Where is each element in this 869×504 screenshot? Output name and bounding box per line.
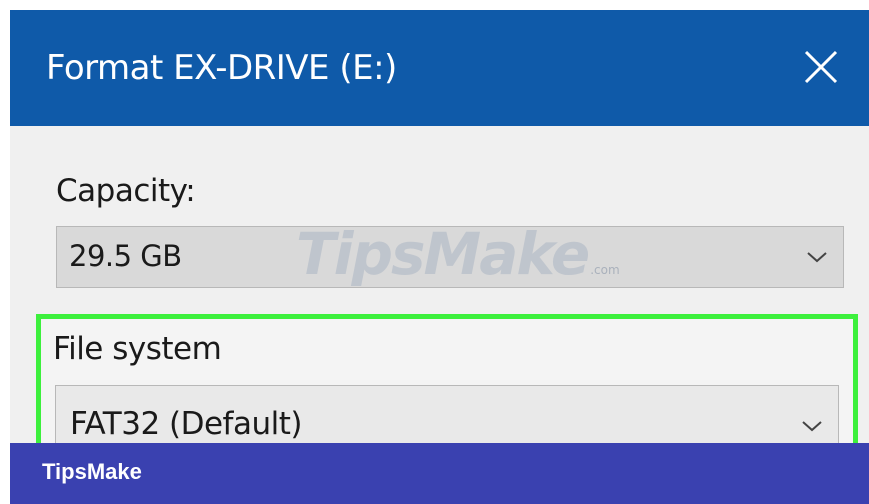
dialog-titlebar: Format EX-DRIVE (E:)	[10, 10, 869, 126]
dialog-title: Format EX-DRIVE (E:)	[46, 48, 397, 88]
capacity-label: Capacity:	[56, 173, 196, 209]
file-system-value: FAT32 (Default)	[70, 406, 302, 442]
capacity-value: 29.5 GB	[69, 239, 182, 273]
close-button[interactable]	[790, 36, 852, 98]
chevron-down-icon	[807, 252, 827, 263]
footer-banner: TipsMake	[10, 443, 869, 504]
capacity-dropdown[interactable]: 29.5 GB	[56, 226, 844, 288]
footer-brand: TipsMake	[42, 459, 142, 484]
chevron-down-icon	[802, 421, 822, 432]
format-dialog: Format EX-DRIVE (E:) Capacity: 29.5 GB T…	[10, 10, 869, 504]
file-system-label: File system	[53, 331, 222, 367]
close-icon	[804, 50, 838, 84]
